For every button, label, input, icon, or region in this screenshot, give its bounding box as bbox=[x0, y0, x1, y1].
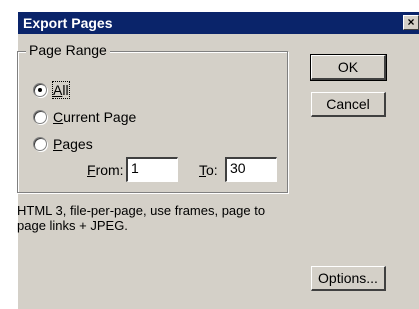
radio-all-button[interactable] bbox=[33, 83, 47, 97]
from-label: From: bbox=[87, 162, 124, 178]
to-label: To: bbox=[199, 162, 218, 178]
title-bar[interactable]: Export Pages × bbox=[18, 12, 419, 34]
options-button[interactable]: Options... bbox=[311, 266, 386, 291]
to-field[interactable]: 30 bbox=[225, 157, 277, 182]
radio-current-page[interactable]: Current Page bbox=[33, 108, 136, 126]
close-icon: × bbox=[407, 15, 415, 29]
cancel-button[interactable]: Cancel bbox=[311, 92, 386, 117]
radio-all[interactable]: All bbox=[33, 81, 70, 99]
radio-current-page-label[interactable]: Current Page bbox=[53, 109, 136, 125]
radio-all-label[interactable]: All bbox=[52, 81, 70, 99]
radio-pages-label[interactable]: Pages bbox=[53, 136, 93, 152]
from-field[interactable]: 1 bbox=[126, 157, 178, 182]
close-button[interactable]: × bbox=[403, 15, 419, 30]
ok-button[interactable]: OK bbox=[310, 54, 387, 81]
radio-pages-button[interactable] bbox=[33, 137, 47, 151]
window-title: Export Pages bbox=[23, 15, 113, 31]
radio-pages[interactable]: Pages bbox=[33, 135, 93, 153]
page-range-legend: Page Range bbox=[26, 42, 110, 58]
radio-current-page-button[interactable] bbox=[33, 110, 47, 124]
radio-selected-dot bbox=[38, 88, 42, 92]
export-description: HTML 3, file-per-page, use frames, page … bbox=[17, 203, 266, 233]
